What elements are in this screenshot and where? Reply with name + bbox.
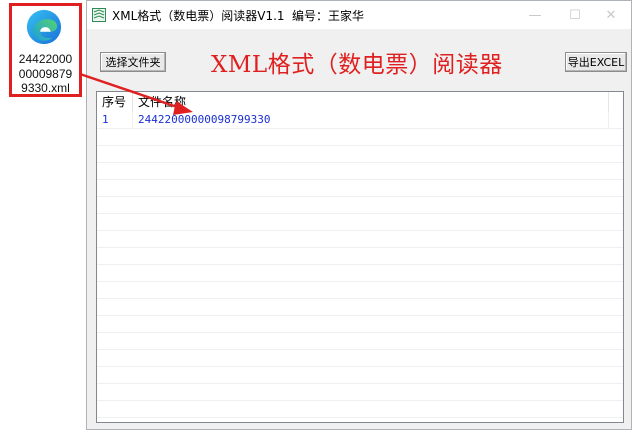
- table-row[interactable]: 1 24422000000098799330: [97, 112, 623, 129]
- table-row-empty: [97, 299, 623, 316]
- desktop-file-name: 24422000 00009879 9330.xml: [18, 52, 73, 95]
- table-row-empty: [97, 163, 623, 180]
- select-folder-button[interactable]: 选择文件夹: [100, 52, 166, 72]
- table-row-empty: [97, 333, 623, 350]
- column-header-filename[interactable]: 文件名称: [133, 92, 609, 112]
- table-row-empty: [97, 350, 623, 367]
- table-row-empty: [97, 231, 623, 248]
- window-client-area: 选择文件夹 XML格式（数电票）阅读器 导出EXCEL 序号 文件名称 1 24…: [87, 29, 631, 429]
- edge-browser-icon: [26, 9, 62, 45]
- row-filename-cell: 24422000000098799330: [133, 112, 609, 128]
- window-titlebar[interactable]: XML格式（数电票）阅读器V1.1 编号：王家华 — ☐ ✕: [87, 1, 631, 29]
- maximize-icon: ☐: [569, 7, 581, 23]
- table-header: 序号 文件名称: [97, 92, 623, 112]
- maximize-button[interactable]: ☐: [555, 1, 595, 29]
- table-row-empty: [97, 282, 623, 299]
- table-row-empty: [97, 146, 623, 163]
- desktop-file-highlight[interactable]: 24422000 00009879 9330.xml: [9, 3, 82, 97]
- table-row-empty: [97, 384, 623, 401]
- table-row-empty: [97, 248, 623, 265]
- table-row-empty: [97, 316, 623, 333]
- app-window: XML格式（数电票）阅读器V1.1 编号：王家华 — ☐ ✕ 选择文件夹 XML…: [86, 0, 632, 430]
- close-button[interactable]: ✕: [591, 1, 631, 29]
- app-icon: [92, 8, 106, 22]
- table-row-empty: [97, 265, 623, 282]
- row-index-cell: 1: [97, 112, 133, 128]
- minimize-icon: —: [528, 7, 542, 23]
- table-row-empty: [97, 180, 623, 197]
- table-row-empty: [97, 197, 623, 214]
- table-row-empty: [97, 214, 623, 231]
- file-list-table[interactable]: 序号 文件名称 1 24422000000098799330: [96, 91, 624, 423]
- window-title: XML格式（数电票）阅读器V1.1: [112, 9, 285, 23]
- app-heading: XML格式（数电票）阅读器: [211, 52, 503, 78]
- minimize-button[interactable]: —: [515, 1, 555, 29]
- export-excel-button[interactable]: 导出EXCEL: [565, 52, 627, 72]
- table-row-empty: [97, 367, 623, 384]
- column-header-index[interactable]: 序号: [97, 92, 133, 112]
- table-row-empty: [97, 129, 623, 146]
- table-row-empty: [97, 401, 623, 418]
- close-icon: ✕: [605, 7, 617, 23]
- window-author: 编号：王家华: [292, 9, 365, 23]
